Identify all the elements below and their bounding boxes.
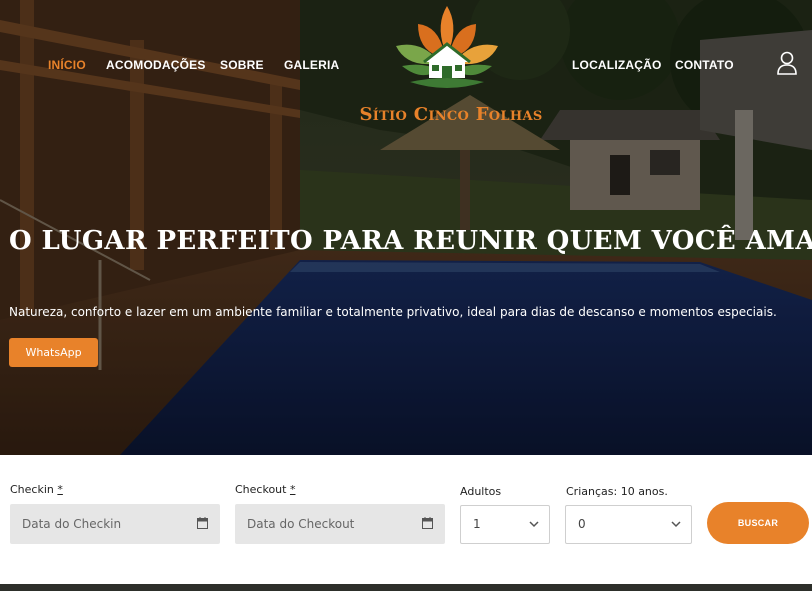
children-select[interactable]: 0 bbox=[565, 505, 692, 544]
logo-text[interactable]: Sítio Cinco Folhas bbox=[330, 104, 572, 125]
required-marker: * bbox=[57, 483, 63, 496]
chevron-down-icon bbox=[671, 521, 681, 528]
nav-item-contato[interactable]: CONTATO bbox=[675, 58, 734, 72]
checkout-label-text: Checkout bbox=[235, 483, 287, 496]
leaf-house-logo[interactable] bbox=[388, 4, 506, 96]
checkin-field[interactable]: Data do Checkin bbox=[10, 504, 220, 544]
children-value: 0 bbox=[578, 517, 586, 531]
checkin-label: Checkin * bbox=[10, 483, 63, 496]
checkout-placeholder: Data do Checkout bbox=[247, 517, 355, 531]
adults-value: 1 bbox=[473, 517, 481, 531]
nav-item-acomodacoes[interactable]: ACOMODAÇÕES bbox=[106, 58, 206, 72]
whatsapp-button[interactable]: WhatsApp bbox=[9, 338, 98, 367]
adults-select[interactable]: 1 bbox=[460, 505, 550, 544]
footer-strip bbox=[0, 584, 812, 591]
search-button[interactable]: BUSCAR bbox=[707, 502, 809, 544]
booking-form: Checkin * Data do Checkin Checkout * Dat… bbox=[0, 455, 812, 585]
hero-subtitle: Natureza, conforto e lazer em um ambient… bbox=[9, 305, 777, 319]
hero-title: O LUGAR PERFEITO PARA REUNIR QUEM VOCÊ A… bbox=[9, 226, 812, 256]
adults-label: Adultos bbox=[460, 485, 502, 498]
nav-item-sobre[interactable]: SOBRE bbox=[220, 58, 264, 72]
nav-item-galeria[interactable]: GALERIA bbox=[284, 58, 339, 72]
calendar-icon[interactable] bbox=[422, 517, 433, 529]
required-marker: * bbox=[289, 483, 296, 496]
hero-section: INÍCIO ACOMODAÇÕES SOBRE GALERIA LOCALIZ… bbox=[0, 0, 812, 455]
nav-item-localizacao[interactable]: LOCALIZAÇÃO bbox=[572, 58, 662, 72]
chevron-down-icon bbox=[529, 521, 539, 528]
calendar-icon[interactable] bbox=[197, 517, 208, 529]
checkout-label: Checkout * bbox=[235, 483, 295, 496]
checkout-field[interactable]: Data do Checkout bbox=[235, 504, 445, 544]
user-icon[interactable] bbox=[776, 50, 798, 76]
checkin-label-text: Checkin bbox=[10, 483, 54, 496]
checkin-placeholder: Data do Checkin bbox=[22, 517, 122, 531]
nav-item-inicio[interactable]: INÍCIO bbox=[48, 58, 86, 72]
children-label: Crianças: 10 anos. bbox=[566, 485, 668, 498]
